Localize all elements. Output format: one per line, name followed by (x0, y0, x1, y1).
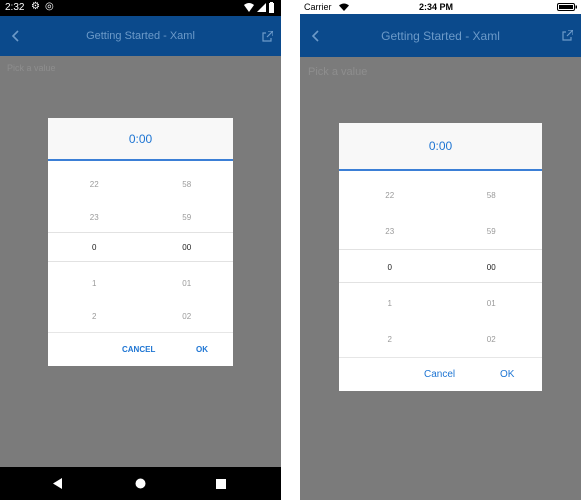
hours-column[interactable]: 22 23 0 1 2 (48, 166, 141, 333)
time-picker-placeholder[interactable]: Pick a value (308, 66, 367, 78)
selected-time-header: 0:00 (339, 123, 542, 171)
time-picker-dialog: 0:00 22 23 0 1 2 58 59 00 01 02 (339, 123, 542, 391)
minutes-column[interactable]: 58 59 00 01 02 (141, 166, 234, 333)
dialog-actions: CANCEL OK (48, 332, 233, 366)
back-icon[interactable] (304, 14, 328, 57)
android-screen: 2:32 ⚙ ◎ Getting Started - Xaml Pick a v… (0, 0, 281, 500)
minute-item-selected[interactable]: 00 (441, 263, 543, 272)
battery-icon (557, 3, 577, 11)
page-content: Pick a value 0:00 22 23 0 1 2 58 59 00 0… (300, 57, 581, 500)
time-spinner[interactable]: 22 23 0 1 2 58 59 00 01 02 (48, 166, 233, 333)
nav-back-icon[interactable] (46, 467, 70, 500)
external-link-icon[interactable] (255, 16, 279, 56)
minute-item[interactable]: 58 (141, 180, 234, 189)
nav-home-icon[interactable] (128, 467, 152, 500)
navigation-bar (0, 467, 281, 500)
time-spinner[interactable]: 22 23 0 1 2 58 59 00 01 02 (339, 177, 542, 357)
title-bar: Getting Started - Xaml (0, 16, 281, 56)
status-bar: Carrier 2:34 PM (300, 0, 581, 14)
minute-item[interactable]: 59 (141, 213, 234, 222)
hour-item[interactable]: 23 (339, 227, 441, 236)
hour-item[interactable]: 2 (339, 335, 441, 344)
battery-icon (269, 2, 274, 13)
page-title: Getting Started - Xaml (86, 30, 195, 42)
selected-time-header: 0:00 (48, 118, 233, 161)
hour-item[interactable]: 23 (48, 213, 141, 222)
title-bar: Getting Started - Xaml (300, 14, 581, 57)
minute-item[interactable]: 01 (141, 279, 234, 288)
cancel-button[interactable]: Cancel (424, 358, 455, 391)
settings-icon: ⚙ (31, 1, 40, 12)
signal-icon (257, 3, 266, 12)
ok-button[interactable]: OK (500, 358, 514, 391)
time-picker-dialog: 0:00 22 23 0 1 2 58 59 00 01 02 (48, 118, 233, 366)
external-link-icon[interactable] (555, 14, 579, 57)
minute-item[interactable]: 02 (441, 335, 543, 344)
wifi-icon (339, 3, 349, 11)
ios-screen: Carrier 2:34 PM Getting Started - Xaml P… (300, 0, 581, 500)
minute-item[interactable]: 02 (141, 312, 234, 321)
minute-item[interactable]: 58 (441, 191, 543, 200)
status-time: 2:32 (5, 2, 25, 13)
dialog-actions: Cancel OK (339, 357, 542, 391)
hours-column[interactable]: 22 23 0 1 2 (339, 177, 441, 357)
minute-item[interactable]: 59 (441, 227, 543, 236)
minutes-column[interactable]: 58 59 00 01 02 (441, 177, 543, 357)
sync-icon: ◎ (45, 1, 54, 12)
hour-item[interactable]: 2 (48, 312, 141, 321)
cancel-button[interactable]: CANCEL (122, 333, 155, 366)
hour-item[interactable]: 1 (48, 279, 141, 288)
hour-item[interactable]: 22 (48, 180, 141, 189)
time-picker-placeholder[interactable]: Pick a value (7, 63, 56, 73)
status-time: 2:34 PM (419, 2, 454, 12)
hour-item-selected[interactable]: 0 (339, 263, 441, 272)
ok-button[interactable]: OK (196, 333, 208, 366)
carrier-label: Carrier (304, 2, 332, 12)
nav-recents-icon[interactable] (209, 467, 233, 500)
hour-item[interactable]: 22 (339, 191, 441, 200)
minute-item-selected[interactable]: 00 (141, 243, 234, 252)
hour-item[interactable]: 1 (339, 299, 441, 308)
minute-item[interactable]: 01 (441, 299, 543, 308)
status-bar: 2:32 ⚙ ◎ (0, 0, 281, 16)
page-content: Pick a value 0:00 22 23 0 1 2 58 59 00 0… (0, 56, 281, 467)
wifi-icon (244, 3, 254, 12)
page-title: Getting Started - Xaml (381, 28, 500, 43)
back-icon[interactable] (4, 16, 28, 56)
hour-item-selected[interactable]: 0 (48, 243, 141, 252)
